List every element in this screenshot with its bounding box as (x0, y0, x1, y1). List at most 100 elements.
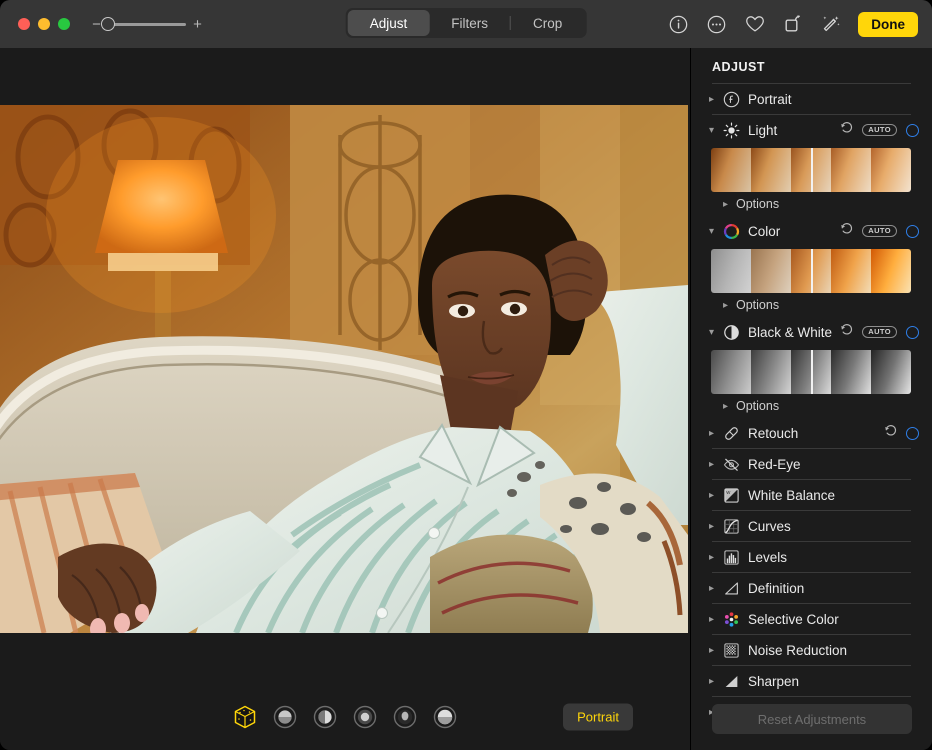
strip-thumbnail[interactable] (831, 350, 871, 394)
sidebar-item-sharpen[interactable]: ▸ Sharpen (691, 666, 932, 696)
strip-thumbnail[interactable] (751, 148, 791, 192)
zoom-in-icon[interactable]: + (193, 17, 202, 32)
color-adjustment-strip[interactable] (711, 249, 911, 293)
auto-enhance-wand-icon[interactable] (820, 14, 841, 35)
reset-light-icon[interactable] (840, 121, 853, 139)
reset-adjustments-button[interactable]: Reset Adjustments (712, 704, 912, 734)
zoom-slider-knob[interactable] (101, 17, 115, 31)
sidebar-item-label: Red-Eye (748, 457, 919, 472)
chevron-right-icon[interactable]: ▸ (709, 645, 722, 656)
auto-light-button[interactable]: AUTO (862, 124, 897, 137)
strip-thumbnail[interactable] (711, 148, 751, 192)
sidebar-item-black-and-white[interactable]: ▾ Black & White AUTO (691, 317, 932, 347)
chevron-right-icon[interactable]: ▸ (709, 583, 722, 594)
chevron-right-icon[interactable]: ▸ (709, 490, 722, 501)
color-toggle[interactable] (906, 225, 919, 238)
sidebar-item-levels[interactable]: ▸ Levels (691, 542, 932, 572)
strip-thumbnail[interactable] (711, 350, 751, 394)
color-strip-playhead[interactable] (811, 249, 813, 293)
chevron-right-icon[interactable]: ▸ (723, 199, 736, 210)
sidebar-item-label: Sharpen (748, 674, 919, 689)
bw-options-toggle[interactable]: ▸ Options (691, 394, 932, 418)
sidebar-item-color[interactable]: ▾ Color AUTO (691, 216, 932, 246)
close-button[interactable] (18, 18, 30, 30)
sidebar-item-label: White Balance (748, 488, 919, 503)
sidebar-item-red-eye[interactable]: ▸ Red-Eye (691, 449, 932, 479)
light-adjustment-strip[interactable] (711, 148, 911, 192)
rotate-icon[interactable] (782, 14, 803, 35)
reset-color-icon[interactable] (840, 222, 853, 240)
color-options-toggle[interactable]: ▸ Options (691, 293, 932, 317)
lighting-effect-high-key-light-mono[interactable] (432, 704, 458, 730)
chevron-right-icon[interactable]: ▸ (709, 428, 722, 439)
chevron-right-icon[interactable]: ▸ (709, 676, 722, 687)
done-button[interactable]: Done (858, 12, 918, 37)
edited-photo[interactable] (0, 105, 688, 633)
light-toggle[interactable] (906, 124, 919, 137)
sidebar-item-noise-reduction[interactable]: ▸ Noise Reduction (691, 635, 932, 665)
bw-adjustment-strip[interactable] (711, 350, 911, 394)
strip-thumbnail[interactable] (871, 148, 911, 192)
light-strip-playhead[interactable] (811, 148, 813, 192)
sidebar-item-label: Selective Color (748, 612, 919, 627)
strip-thumbnail[interactable] (831, 148, 871, 192)
portrait-mode-button[interactable]: Portrait (563, 703, 633, 730)
curves-icon (722, 517, 741, 536)
bandage-icon (722, 424, 741, 443)
strip-thumbnail[interactable] (871, 350, 911, 394)
retouch-controls (884, 424, 919, 442)
sidebar-item-portrait[interactable]: ▸ Portrait (691, 84, 932, 114)
bw-toggle[interactable] (906, 326, 919, 339)
chevron-right-icon[interactable]: ▸ (709, 94, 722, 105)
chevron-down-icon[interactable]: ▾ (709, 125, 722, 136)
options-label: Options (736, 298, 779, 312)
reset-retouch-icon[interactable] (884, 424, 897, 442)
chevron-down-icon[interactable]: ▾ (709, 226, 722, 237)
minimize-button[interactable] (38, 18, 50, 30)
more-options-icon[interactable] (706, 14, 727, 35)
auto-color-button[interactable]: AUTO (862, 225, 897, 238)
maximize-button[interactable] (58, 18, 70, 30)
zoom-slider[interactable]: − + (92, 17, 202, 32)
retouch-toggle[interactable] (906, 427, 919, 440)
auto-bw-button[interactable]: AUTO (862, 326, 897, 339)
chevron-right-icon[interactable]: ▸ (709, 614, 722, 625)
chevron-right-icon[interactable]: ▸ (709, 459, 722, 470)
tab-filters[interactable]: Filters (429, 10, 510, 36)
lighting-effect-studio-light[interactable] (272, 704, 298, 730)
bw-strip-playhead[interactable] (811, 350, 813, 394)
tab-adjust[interactable]: Adjust (348, 10, 430, 36)
lighting-effect-contour-light[interactable] (312, 704, 338, 730)
sidebar-item-white-balance[interactable]: ▸ W White Balance (691, 480, 932, 510)
chevron-right-icon[interactable]: ▸ (709, 552, 722, 563)
info-icon[interactable] (668, 14, 689, 35)
light-options-toggle[interactable]: ▸ Options (691, 192, 932, 216)
sidebar-item-retouch[interactable]: ▸ Retouch (691, 418, 932, 448)
sidebar-item-light[interactable]: ▾ Light AUTO (691, 115, 932, 145)
reset-bw-icon[interactable] (840, 323, 853, 341)
strip-thumbnail[interactable] (831, 249, 871, 293)
lighting-effect-natural-light[interactable] (232, 704, 258, 730)
sidebar-item-label: Portrait (748, 92, 919, 107)
sidebar-item-curves[interactable]: ▸ Curves (691, 511, 932, 541)
light-controls: AUTO (840, 121, 919, 139)
chevron-right-icon[interactable]: ▸ (723, 401, 736, 412)
zoom-out-icon[interactable]: − (92, 17, 101, 32)
sidebar-item-selective-color[interactable]: ▸ Selective Color (691, 604, 932, 634)
sidebar-item-label: Definition (748, 581, 919, 596)
sidebar-item-definition[interactable]: ▸ Definition (691, 573, 932, 603)
lighting-effect-stage-light-mono[interactable] (392, 704, 418, 730)
strip-thumbnail[interactable] (751, 350, 791, 394)
strip-thumbnail[interactable] (871, 249, 911, 293)
tab-crop[interactable]: Crop (511, 10, 584, 36)
strip-thumbnail[interactable] (711, 249, 751, 293)
sidebar-item-label: Light (748, 123, 840, 138)
levels-icon (722, 548, 741, 567)
strip-thumbnail[interactable] (751, 249, 791, 293)
lighting-effect-stage-light[interactable] (352, 704, 378, 730)
chevron-right-icon[interactable]: ▸ (709, 521, 722, 532)
chevron-right-icon[interactable]: ▸ (723, 300, 736, 311)
zoom-slider-track[interactable] (108, 23, 186, 26)
chevron-down-icon[interactable]: ▾ (709, 327, 722, 338)
favorite-heart-icon[interactable] (744, 14, 765, 35)
